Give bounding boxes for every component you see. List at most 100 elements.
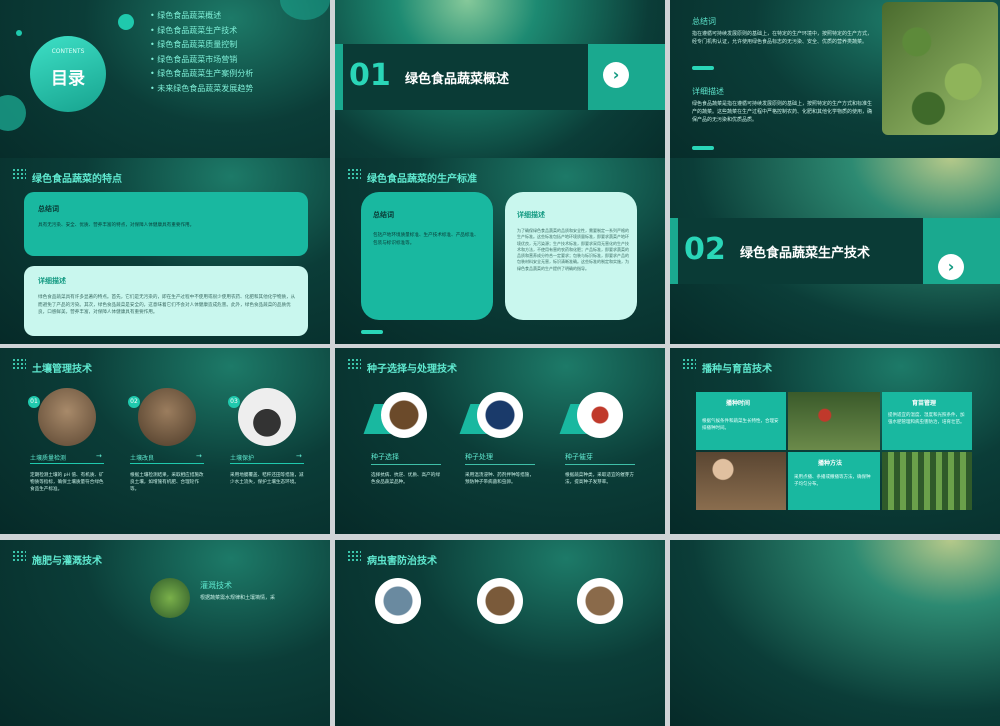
slide-thumbnail-section-2[interactable]: 02 绿色食品蔬菜生产技术 ›: [670, 158, 1000, 344]
item-text: 采用温汤浸种、药剂拌种等措施，预防种子带病菌和虫卵。: [465, 473, 534, 485]
step-number: 02: [128, 396, 140, 408]
slide-thumbnail-seed[interactable]: 种子选择与处理技术 种子选择 选择抗病、抗逆、优质、高产的绿色食品蔬菜品种。 种…: [335, 348, 665, 534]
section-title: 绿色食品蔬菜概述: [405, 72, 510, 87]
soil-protection-image: [238, 388, 296, 446]
detail-card: 详细描述 为了确保绿色食品蔬菜的品质和安全性，需要制定一系列严格的生产标准。这些…: [505, 192, 637, 320]
pest-image: [577, 578, 623, 624]
slide-title: 病虫害防治技术: [367, 556, 437, 567]
toc-list: 绿色食品蔬菜概述 绿色食品蔬菜生产技术 绿色食品蔬菜质量控制 绿色食品蔬菜市场营…: [150, 10, 253, 97]
section-number: 02: [684, 232, 726, 267]
dots-icon: [12, 550, 26, 562]
summary-card: 总结词 具有无污染、安全、优质、营养丰富的特点，对保障人体健康具有重要作用。: [24, 192, 308, 256]
card-heading: 总结词: [373, 211, 394, 219]
item-divider: [130, 463, 204, 464]
card-text: 包括产地环境质量标准、生产技术标准、产品标准、包装与标识标准等。: [373, 233, 479, 246]
card-text: 为了确保绿色食品蔬菜的品质和安全性，需要制定一系列严格的生产标准。这些标准包括产…: [517, 228, 629, 271]
slide-thumbnail-fertilize[interactable]: 施肥与灌溉技术 灌溉技术 根据蔬菜需水规律和土壤墒情，采: [0, 540, 330, 726]
divider-bar: [361, 330, 383, 334]
item-label: 种子催芽: [565, 453, 593, 461]
irrigation-text: 根据蔬菜需水规律和土壤墒情，采: [200, 595, 276, 601]
section-number: 01: [349, 58, 391, 93]
slide-title: 施肥与灌溉技术: [32, 556, 102, 567]
section-title: 绿色食品蔬菜生产技术: [740, 246, 871, 261]
summary-label: 总结词: [692, 17, 716, 26]
dots-icon: [12, 168, 26, 180]
card-heading: 总结词: [38, 205, 59, 213]
sprout-icon: [577, 392, 623, 438]
card-heading: 详细描述: [38, 277, 66, 285]
toc-badge: CONTENTS 目录: [30, 36, 106, 112]
card-text: 绿色食品蔬菜具有许多显著的特点。首先，它们是无污染的，即在生产过程中不使用或很少…: [38, 295, 296, 315]
toc-item: 绿色食品蔬菜生产技术: [150, 25, 253, 40]
toc-item: 绿色食品蔬菜市场营销: [150, 54, 253, 69]
vegetables-image: [882, 2, 998, 135]
item-divider: [565, 464, 635, 465]
soil-testing-image: [38, 388, 96, 446]
pest-image: [375, 578, 421, 624]
toc-item: 绿色食品蔬菜质量控制: [150, 39, 253, 54]
toc-subtitle: CONTENTS: [51, 48, 85, 55]
item-text: 选择抗病、抗逆、优质、高产的绿色食品蔬菜品种。: [371, 473, 440, 485]
summary-card: 总结词 包括产地环境质量标准、生产技术标准、产品标准、包装与标识标准等。: [361, 192, 493, 320]
toc-item: 绿色食品蔬菜概述: [150, 10, 253, 25]
slide-title: 种子选择与处理技术: [367, 364, 457, 375]
item-label: 种子处理: [465, 453, 493, 461]
pest-image: [477, 578, 523, 624]
chevron-right-icon: ›: [938, 254, 964, 280]
soil-improvement-image: [138, 388, 196, 446]
step-number: 01: [28, 396, 40, 408]
seedling-tray-icon: [381, 392, 427, 438]
item-label: 土壤改良: [130, 455, 155, 462]
item-divider: [30, 463, 104, 464]
slide-thumbnail-next[interactable]: [670, 540, 1000, 726]
slide-thumbnail-features[interactable]: 绿色食品蔬菜的特点 总结词 具有无污染、安全、优质、营养丰富的特点，对保障人体健…: [0, 158, 330, 344]
sowing-time-card: 播种时间 根据气候条件和蔬菜生长特性，合理安排播种时间。: [696, 392, 786, 450]
card-text: 根据气候条件和蔬菜生长特性，合理安排播种时间。: [702, 419, 779, 431]
toc-item: 未来绿色食品蔬菜发展趋势: [150, 83, 253, 98]
item-text: 根据蔬菜种类，采取适宜的催芽方法，提高种子发芽率。: [565, 473, 634, 485]
seedling-management-card: 育苗管理 提供适宜的温度、湿度和光照条件，加强水肥管理和病虫害防治，培育壮苗。: [882, 392, 972, 450]
slide-thumbnail-soil[interactable]: 土壤管理技术 01 土壤质量检测 → 定期检测土壤的 pH 值、有机质、矿物质等…: [0, 348, 330, 534]
item-text: 采用地膜覆盖、秸秆还田等措施，减少水土流失，保护土壤生态环境。: [230, 473, 304, 485]
dots-icon: [682, 358, 696, 370]
chevron-right-icon: ›: [603, 62, 629, 88]
slide-thumbnail-standards[interactable]: 绿色食品蔬菜的生产标准 总结词 包括产地环境质量标准、生产技术标准、产品标准、包…: [335, 158, 665, 344]
detail-card: 详细描述 绿色食品蔬菜具有许多显著的特点。首先，它们是无污染的，即在生产过程中不…: [24, 266, 308, 336]
item-divider: [230, 463, 304, 464]
item-label: 土壤保护: [230, 455, 255, 462]
slide-thumbnail-pest[interactable]: 病虫害防治技术: [335, 540, 665, 726]
card-heading: 详细描述: [517, 211, 545, 219]
slide-title: 绿色食品蔬菜的特点: [32, 174, 122, 185]
dots-icon: [347, 550, 361, 562]
item-label: 种子选择: [371, 453, 399, 461]
irrigation-label: 灌溉技术: [200, 581, 232, 590]
item-label: 土壤质量检测: [30, 455, 67, 462]
meeting-icon: [477, 392, 523, 438]
slide-title: 绿色食品蔬菜的生产标准: [367, 174, 477, 185]
dots-icon: [12, 358, 26, 370]
decor-circle: [0, 95, 26, 131]
card-text: 具有无污染、安全、优质、营养丰富的特点，对保障人体健康具有重要作用。: [38, 223, 195, 228]
dots-icon: [347, 168, 361, 180]
detail-text: 绿色食品蔬菜是指在遵循可持续发展原则的基础上，按照特定的生产方式和标准生产的蔬菜…: [692, 101, 873, 123]
toc-item: 绿色食品蔬菜生产案例分析: [150, 68, 253, 83]
seedling-tray-photo: [882, 452, 972, 510]
arrow-right-icon: →: [296, 452, 302, 460]
sowing-method-card: 播种方法 采用点播、条播或撒播等方法，确保种子均匀分布。: [788, 452, 880, 510]
card-heading: 育苗管理: [912, 400, 937, 407]
divider-bar: [692, 146, 714, 150]
summary-text: 指在遵循可持续发展原则的基础上，在特定的生产环境中，按照特定的生产方式，经专门机…: [692, 31, 873, 45]
arrow-right-icon: →: [96, 452, 102, 460]
card-text: 提供适宜的温度、湿度和光照条件，加强水肥管理和病虫害防治，培育壮苗。: [888, 413, 965, 425]
card-text: 采用点播、条播或撒播等方法，确保种子均匀分布。: [794, 475, 871, 487]
item-divider: [371, 464, 441, 465]
slide-title: 土壤管理技术: [32, 364, 92, 375]
planting-photo: [696, 452, 786, 510]
toc-title: 目录: [51, 69, 85, 89]
decor-circle: [118, 14, 134, 30]
slide-title: 播种与育苗技术: [702, 364, 772, 375]
slide-thumbnail-sowing[interactable]: 播种与育苗技术 播种时间 根据气候条件和蔬菜生长特性，合理安排播种时间。 育苗管…: [670, 348, 1000, 534]
card-heading: 播种方法: [818, 460, 843, 467]
step-number: 03: [228, 396, 240, 408]
fertilize-image: [150, 578, 190, 618]
